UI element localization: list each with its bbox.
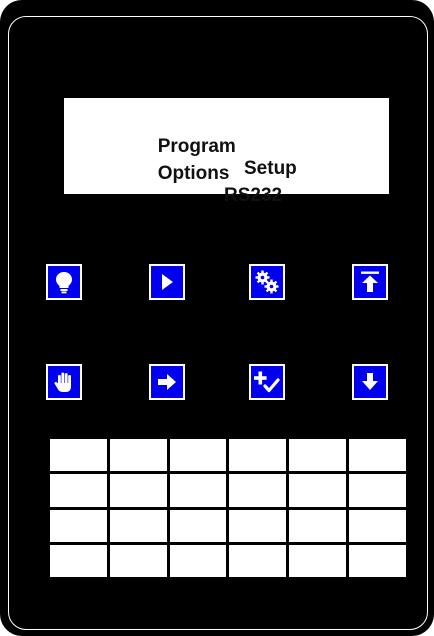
arrow-down-icon (362, 373, 378, 390)
keypad-cell[interactable] (169, 509, 227, 542)
arrow-up-to-top-key[interactable] (352, 264, 388, 300)
keypad-cell[interactable] (229, 544, 287, 577)
lcd-menu-options: Options (157, 163, 230, 184)
keypad-grid (50, 439, 406, 577)
lightbulb-icon (56, 272, 72, 294)
keypad-cell[interactable] (50, 439, 107, 472)
lcd-menu-rs232: RS232 (224, 185, 283, 206)
plus-check-icon (254, 371, 280, 393)
keypad-cell[interactable] (289, 509, 347, 542)
keypad-cell[interactable] (169, 474, 227, 507)
keypad-cell[interactable] (229, 509, 287, 542)
keypad-cell[interactable] (109, 439, 167, 472)
keypad-cell[interactable] (169, 439, 227, 472)
keypad-cell[interactable] (349, 509, 406, 542)
play-icon (162, 274, 173, 290)
keypad-cell[interactable] (229, 474, 287, 507)
keypad-cell[interactable] (109, 544, 167, 577)
keypad-cell[interactable] (169, 544, 227, 577)
plus-check-key[interactable] (249, 364, 285, 400)
lcd-line-2: Options RS232 (126, 141, 434, 229)
keypad-cell[interactable] (289, 474, 347, 507)
keypad-cell[interactable] (349, 544, 406, 577)
gears-key[interactable] (249, 264, 285, 300)
keypad-cell[interactable] (289, 544, 347, 577)
lightbulb-key[interactable] (46, 264, 82, 300)
keypad-cell[interactable] (50, 509, 107, 542)
lcd-display: Program Setup Options RS232 (64, 98, 389, 206)
keypad-cell[interactable] (289, 439, 347, 472)
gears-icon (255, 270, 279, 294)
play-key[interactable] (149, 264, 185, 300)
device-panel: Program Setup Options RS232 (0, 0, 434, 636)
keypad-cell[interactable] (349, 474, 406, 507)
hand-key[interactable] (46, 364, 82, 400)
keypad-cell[interactable] (109, 509, 167, 542)
arrow-right-key[interactable] (149, 364, 185, 400)
hand-icon (54, 372, 71, 392)
keypad-cell[interactable] (50, 474, 107, 507)
keypad-cell[interactable] (50, 544, 107, 577)
keypad-cell[interactable] (349, 439, 406, 472)
keypad-cell[interactable] (229, 439, 287, 472)
keypad-cell[interactable] (109, 474, 167, 507)
arrow-right-icon (158, 374, 176, 390)
arrow-up-to-top-icon (361, 271, 379, 292)
arrow-down-key[interactable] (352, 364, 388, 400)
